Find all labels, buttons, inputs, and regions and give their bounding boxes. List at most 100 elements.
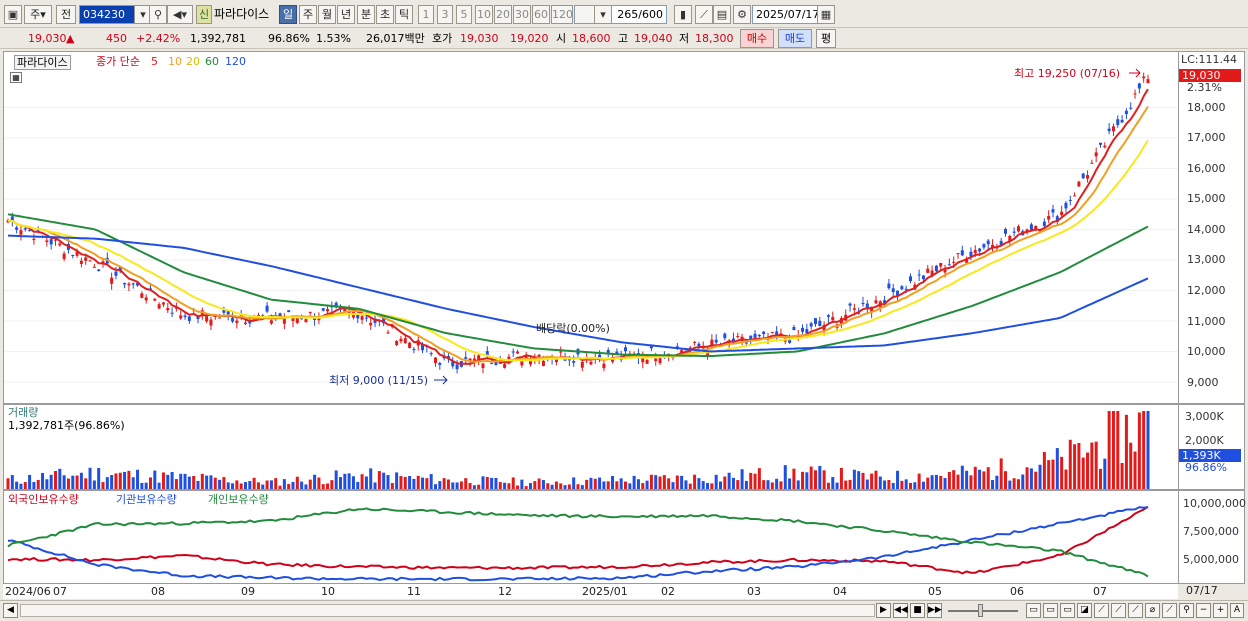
volume-bar bbox=[546, 483, 550, 489]
vol-y-tick: 2,000K bbox=[1185, 434, 1224, 447]
volume-bar bbox=[252, 477, 256, 489]
tool-3-icon[interactable]: ⟋ bbox=[1111, 603, 1126, 618]
scroll-left-icon[interactable]: ◀ bbox=[3, 603, 18, 618]
zoom-slider-handle[interactable] bbox=[978, 604, 983, 617]
tool-4-icon[interactable]: ⟋ bbox=[1128, 603, 1143, 618]
price-pane[interactable]: 파라다이스 종가 단순 5 10 20 60 120 ▦ 최고 19,250 (… bbox=[3, 51, 1179, 404]
interval-60[interactable]: 60 bbox=[532, 5, 550, 24]
volume-bar bbox=[459, 481, 463, 489]
candle-body bbox=[861, 302, 865, 305]
candle-body bbox=[1133, 93, 1137, 95]
candle-body bbox=[209, 319, 213, 326]
volume-bar bbox=[1029, 468, 1033, 489]
buy-button[interactable]: 매수 bbox=[740, 29, 774, 48]
stock-code-input[interactable]: 034230 bbox=[79, 5, 135, 24]
volume-bar bbox=[174, 479, 178, 489]
candle-body bbox=[792, 327, 796, 331]
period-day[interactable]: 일 bbox=[279, 5, 297, 24]
candle-body bbox=[978, 248, 982, 252]
interval-30[interactable]: 30 bbox=[513, 5, 531, 24]
candle-body bbox=[88, 260, 92, 262]
volume-bar bbox=[615, 481, 619, 489]
candle-body bbox=[1016, 226, 1020, 232]
x-tick: 07 bbox=[1093, 585, 1107, 598]
save-icon[interactable]: ▤ bbox=[713, 5, 731, 24]
y-tick: 10,000 bbox=[1187, 345, 1226, 358]
period-second[interactable]: 초 bbox=[376, 5, 394, 24]
volume-bar bbox=[809, 466, 813, 489]
volume-bar bbox=[248, 481, 252, 489]
volume-bar bbox=[369, 468, 373, 489]
grid-icon[interactable]: ▦ bbox=[10, 72, 22, 83]
volume-bar bbox=[1103, 458, 1107, 489]
tool-2-icon[interactable]: ⟋ bbox=[1094, 603, 1109, 618]
prev-button[interactable]: 전 bbox=[56, 5, 76, 24]
volume-bar bbox=[1068, 439, 1072, 489]
candle-body bbox=[1142, 76, 1146, 79]
volume-bar bbox=[222, 477, 226, 489]
x-tick: 07 bbox=[53, 585, 67, 598]
avg-button[interactable]: 평 bbox=[816, 29, 836, 48]
volume-bar bbox=[788, 478, 792, 489]
tool-5-icon[interactable]: ⌀ bbox=[1145, 603, 1160, 618]
calendar-icon[interactable]: ▦ bbox=[817, 5, 835, 24]
count-input[interactable]: 265/600 bbox=[611, 5, 667, 24]
candle-body bbox=[218, 317, 222, 319]
candle-icon[interactable]: ▮ bbox=[674, 5, 692, 24]
date-input[interactable]: 2025/07/17 bbox=[752, 5, 819, 24]
zoom-slider[interactable] bbox=[948, 610, 1018, 612]
period-week[interactable]: 주 bbox=[299, 5, 317, 24]
layout-icon[interactable]: ▭ bbox=[1026, 603, 1041, 618]
candle-body bbox=[1107, 128, 1111, 132]
scroll-right-icon[interactable]: ▶ bbox=[876, 603, 891, 618]
type-select[interactable]: 주▾ bbox=[24, 5, 52, 24]
interval-10[interactable]: 10 bbox=[475, 5, 493, 24]
period-month[interactable]: 월 bbox=[318, 5, 336, 24]
font-icon[interactable]: A bbox=[1230, 603, 1244, 618]
zoom-in-icon[interactable]: + bbox=[1213, 603, 1228, 618]
zoom-icon[interactable]: ⚲ bbox=[1179, 603, 1194, 618]
rewind-icon[interactable]: ◀◀ bbox=[893, 603, 908, 618]
stop-icon[interactable]: ■ bbox=[910, 603, 925, 618]
volume-bar bbox=[978, 469, 982, 489]
volume-bar bbox=[965, 470, 969, 489]
volume-bar bbox=[744, 480, 748, 489]
volume-bar bbox=[269, 480, 273, 489]
volume-bar bbox=[1034, 471, 1038, 489]
tool-icon[interactable]: ◪ bbox=[1077, 603, 1092, 618]
period-tick[interactable]: 틱 bbox=[395, 5, 413, 24]
volume-value: 1,392,781 bbox=[190, 32, 246, 45]
window-icon[interactable]: ▣ bbox=[4, 5, 22, 24]
layout-3-icon[interactable]: ▭ bbox=[1060, 603, 1075, 618]
search-icon[interactable]: ⚲ bbox=[149, 5, 167, 24]
scrollbar-track[interactable] bbox=[20, 604, 875, 617]
x-tick: 2025/01 bbox=[582, 585, 628, 598]
tool-6-icon[interactable]: ⟋ bbox=[1162, 603, 1177, 618]
volume-bar bbox=[537, 478, 541, 489]
zoom-out-icon[interactable]: − bbox=[1196, 603, 1211, 618]
line-tool-icon[interactable]: ⟋ bbox=[695, 5, 713, 24]
interval-1[interactable]: 1 bbox=[418, 5, 434, 24]
interval-120[interactable]: 120 bbox=[551, 5, 573, 24]
volume-bar bbox=[313, 474, 317, 489]
chevron-down-icon[interactable]: ▾ bbox=[594, 5, 612, 24]
gear-icon[interactable]: ⚙ bbox=[733, 5, 751, 24]
interval-3[interactable]: 3 bbox=[437, 5, 453, 24]
interval-20[interactable]: 20 bbox=[494, 5, 512, 24]
period-minute[interactable]: 분 bbox=[357, 5, 375, 24]
candle-body bbox=[1060, 211, 1064, 216]
candle-body bbox=[744, 342, 748, 344]
holdings-pane[interactable]: 외국인보유수량 기관보유수량 개인보유수량 bbox=[3, 490, 1179, 584]
interval-5[interactable]: 5 bbox=[456, 5, 472, 24]
candle-body bbox=[321, 308, 325, 311]
volume-bar bbox=[434, 484, 437, 489]
forward-icon[interactable]: ▶▶ bbox=[927, 603, 942, 618]
volume-pane[interactable]: 거래량 1,392,781주(96.86%) bbox=[3, 404, 1179, 490]
volume-bar bbox=[839, 467, 843, 489]
sell-button[interactable]: 매도 bbox=[778, 29, 812, 48]
volume-bar bbox=[896, 470, 900, 489]
layout-2-icon[interactable]: ▭ bbox=[1043, 603, 1058, 618]
volume-bar bbox=[576, 484, 580, 489]
period-year[interactable]: 년 bbox=[337, 5, 355, 24]
speaker-icon[interactable]: ◀▾ bbox=[167, 5, 193, 24]
